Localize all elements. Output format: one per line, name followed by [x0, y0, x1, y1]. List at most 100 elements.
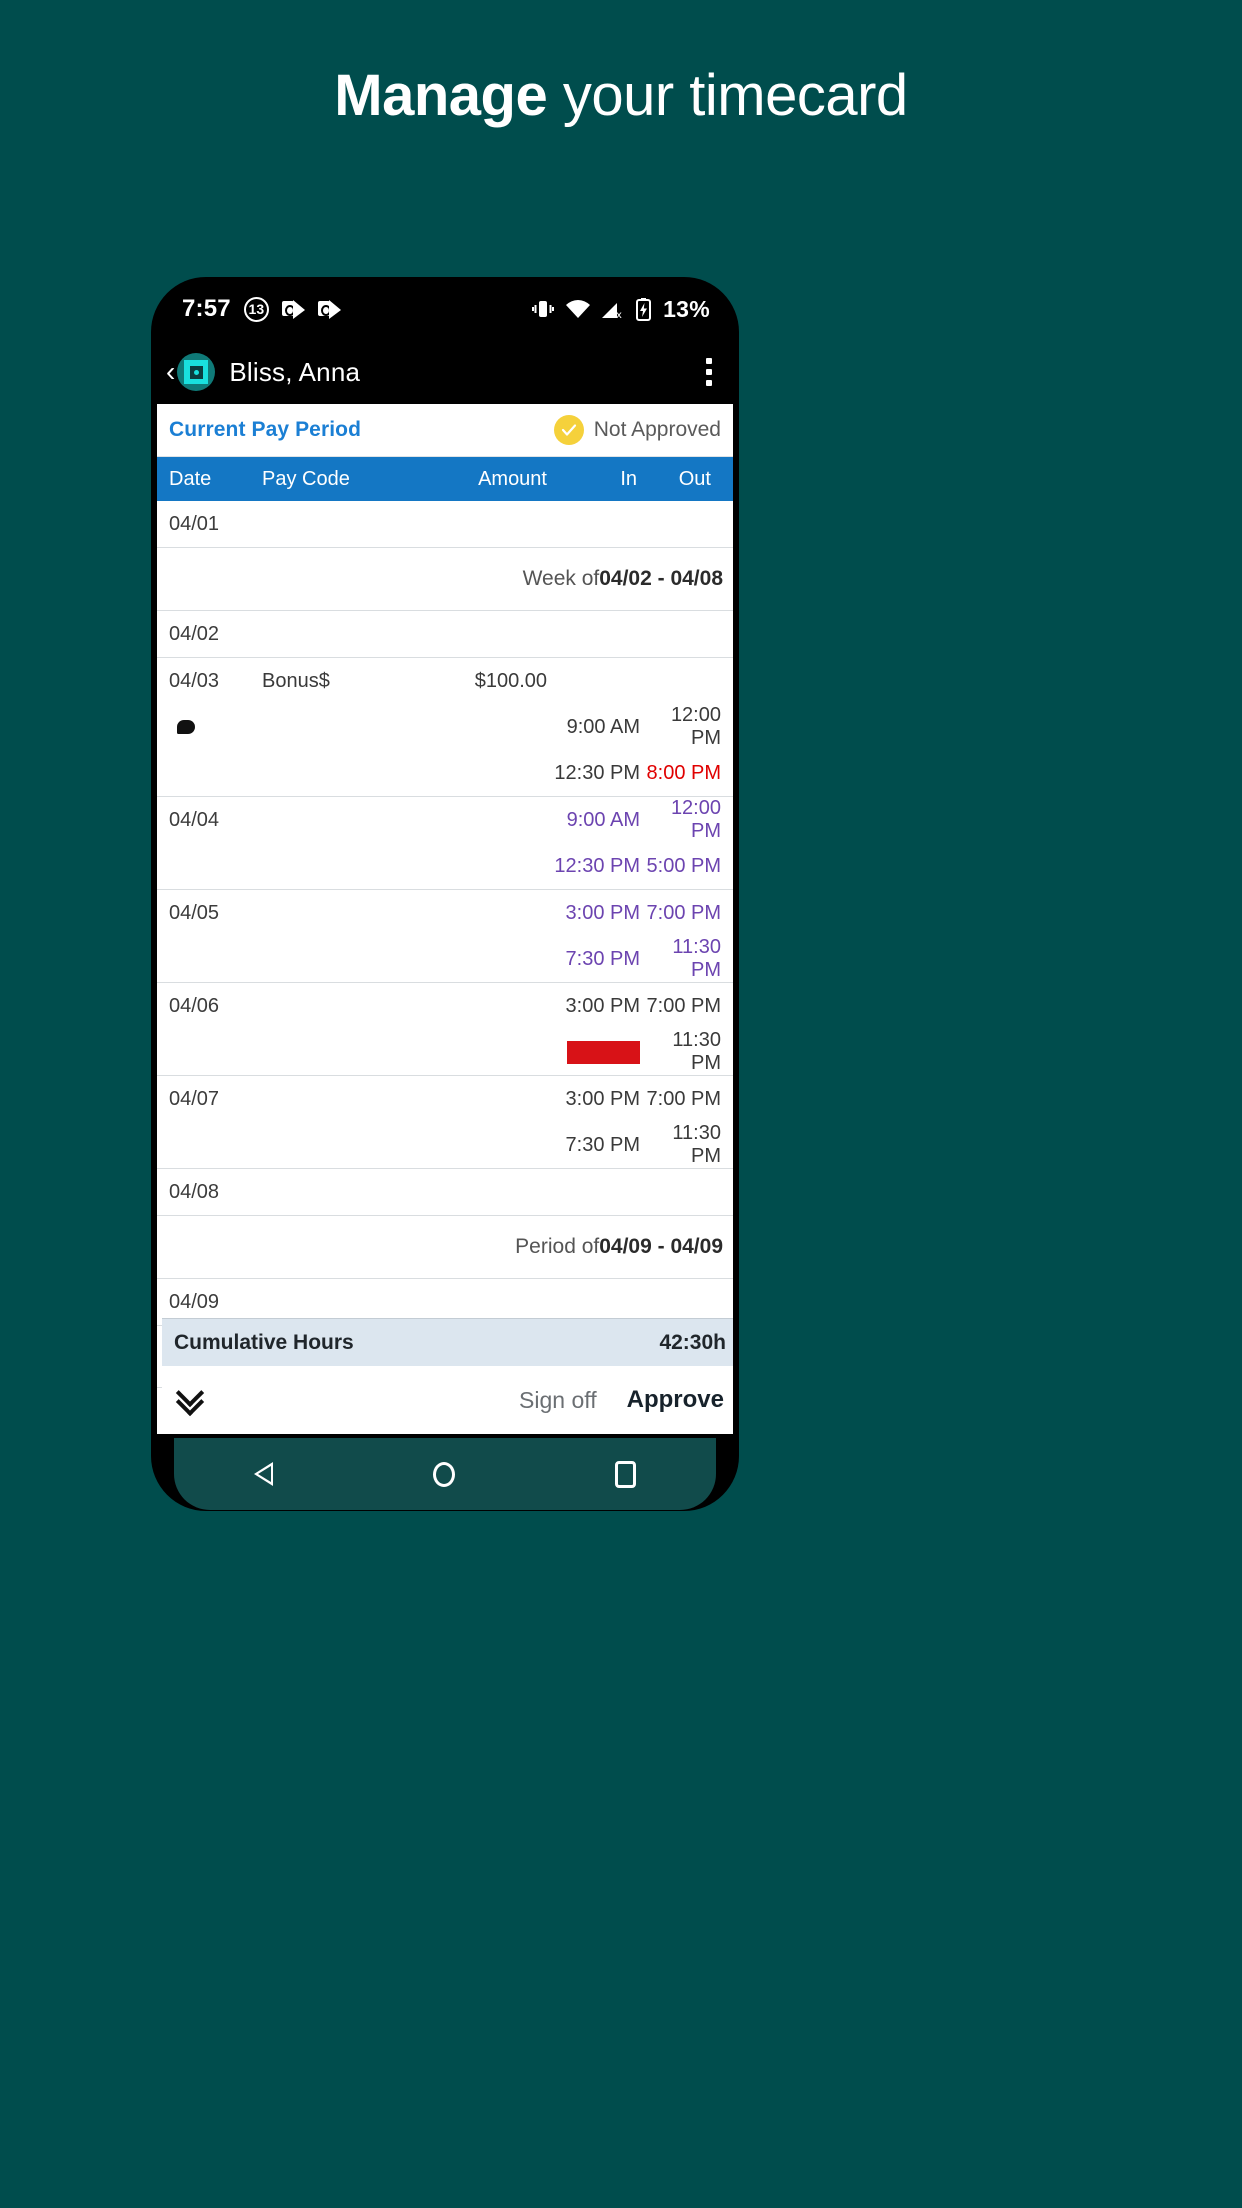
outlook-icon	[317, 299, 341, 319]
punch-pair[interactable]: 3:00 PM 7:00 PM	[547, 1088, 725, 1111]
comment-bubble-icon[interactable]	[177, 720, 195, 734]
phone-mockup: 7:57 13 x 13% ‹ Bliss, Anna Current Pay …	[152, 278, 738, 1510]
cell-date: 04/08	[169, 1180, 220, 1203]
cell-out-time: 5:00 PM	[646, 854, 721, 877]
cumulative-hours-bar: Cumulative Hours 42:30h	[162, 1318, 733, 1366]
cell-date: 04/04	[169, 808, 220, 831]
cell-out-time: 12:00 PM	[670, 704, 721, 749]
punch-pair[interactable]: 7:30 PM 11:30 PM	[547, 936, 725, 982]
divider-prefix: Period of	[515, 1235, 600, 1258]
punch-pair[interactable]: 7:30 PM 11:30 PM	[547, 1122, 725, 1168]
redacted-in-time	[567, 1040, 640, 1064]
cell-out-time: 7:00 PM	[646, 901, 721, 924]
overflow-menu-icon[interactable]	[706, 358, 712, 386]
status-bar-left: 7:57 13	[182, 295, 341, 323]
cell-out-time: 11:30 PM	[672, 1029, 721, 1074]
cell-in-time: 12:30 PM	[554, 761, 640, 784]
timecard-rows: 04/01 Week of 04/02 - 04/08 04/02 04/03 Bonu…	[157, 501, 733, 1388]
cell-in-time: 7:30 PM	[565, 947, 640, 970]
page-title: Manage your timecard	[0, 62, 1242, 129]
week-divider-row: Week of 04/02 - 04/08	[157, 548, 733, 611]
approval-status[interactable]: Not Approved	[553, 415, 721, 445]
cell-paycode: Bonus$	[262, 669, 330, 692]
android-nav-bar	[174, 1438, 716, 1510]
punch-pair[interactable]: 9:00 AM 12:00 PM	[547, 797, 725, 843]
divider-range: 04/09 - 04/09	[599, 1235, 723, 1258]
wifi-icon	[566, 299, 591, 318]
battery-charging-icon	[636, 297, 652, 321]
page-title-light: your timecard	[547, 63, 908, 128]
column-header-paycode: Pay Code	[262, 467, 350, 490]
employee-name-label: Bliss, Anna	[229, 356, 361, 387]
cell-in-time: 9:00 AM	[566, 808, 640, 831]
pay-period-title[interactable]: Current Pay Period	[169, 418, 361, 442]
sign-off-button[interactable]: Sign off	[519, 1387, 597, 1414]
cell-date: 04/01	[169, 512, 220, 535]
check-circle-icon	[553, 415, 584, 445]
cell-in-time: 9:00 AM	[566, 715, 640, 738]
app-screen: Current Pay Period Not Approved Date Pay…	[157, 404, 733, 1434]
column-header-out: Out	[678, 467, 711, 490]
outlook-icon	[281, 299, 305, 319]
punch-pair[interactable]: 3:00 PM 7:00 PM	[547, 995, 725, 1018]
punch-pair[interactable]: 3:00 PM 7:00 PM	[547, 902, 725, 925]
back-chevron-icon[interactable]: ‹	[166, 358, 175, 386]
status-bar-clock: 7:57	[182, 295, 231, 322]
divider-prefix: Week of	[522, 567, 600, 590]
cell-in-time: 3:00 PM	[565, 1087, 640, 1110]
punch-pair[interactable]: 11:30 PM	[547, 1029, 725, 1075]
cell-out-time: 11:30 PM	[672, 1122, 721, 1167]
cell-out-time: 11:30 PM	[672, 936, 721, 981]
page-title-bold: Manage	[334, 63, 548, 128]
cell-date: 04/06	[169, 994, 220, 1017]
approval-status-label: Not Approved	[593, 418, 721, 441]
punch-pair[interactable]: 12:30 PM 5:00 PM	[547, 855, 725, 878]
app-bar: ‹ Bliss, Anna	[152, 340, 738, 404]
table-row[interactable]: 04/08	[157, 1169, 733, 1216]
cell-in-time	[547, 1040, 640, 1064]
svg-text:x: x	[616, 310, 622, 319]
cell-amount: $100.00	[474, 669, 547, 692]
table-row[interactable]: 04/04 9:00 AM 12:00 PM 12:30 PM 5:00 PM	[157, 797, 733, 890]
cell-date: 04/02	[169, 622, 220, 645]
cumulative-hours-label: Cumulative Hours	[174, 1330, 354, 1354]
pay-period-header: Current Pay Period Not Approved	[157, 404, 733, 457]
cell-date: 04/05	[169, 901, 220, 924]
cell-in-time: 7:30 PM	[565, 1133, 640, 1156]
cumulative-hours-value: 42:30h	[659, 1330, 726, 1354]
status-bar: 7:57 13 x 13%	[152, 278, 738, 340]
table-row[interactable]: 04/07 3:00 PM 7:00 PM 7:30 PM 11:30 PM	[157, 1076, 733, 1169]
table-header: Date Pay Code Amount In Out	[157, 457, 733, 501]
expand-chevron-down-icon[interactable]	[175, 1378, 210, 1417]
table-row[interactable]: 04/03 Bonus$ $100.00 9:00 AM 12:00 PM 12:30 P…	[157, 658, 733, 797]
cell-in-time: 3:00 PM	[565, 901, 640, 924]
column-header-in: In	[620, 467, 637, 490]
cell-out-time: 12:00 PM	[670, 797, 721, 842]
nav-home-icon[interactable]	[433, 1461, 455, 1487]
vibrate-icon	[532, 301, 555, 317]
divider-range: 04/02 - 04/08	[599, 567, 723, 590]
cell-date: 04/09	[169, 1290, 220, 1313]
cell-date: 04/03	[169, 669, 220, 692]
status-bar-right: x 13%	[532, 296, 710, 323]
cell-out-time: 7:00 PM	[646, 994, 721, 1017]
column-header-amount: Amount	[478, 467, 547, 490]
cell-in-time: 12:30 PM	[554, 854, 640, 877]
table-row[interactable]: 04/05 3:00 PM 7:00 PM 7:30 PM 11:30 PM	[157, 890, 733, 983]
cell-out-time: 8:00 PM	[646, 761, 721, 784]
nav-back-icon[interactable]	[254, 1462, 273, 1486]
cellular-signal-off-icon: x	[602, 302, 622, 319]
table-row[interactable]: 04/01	[157, 501, 733, 548]
cell-date: 04/07	[169, 1087, 220, 1110]
cell-out-time: 7:00 PM	[646, 1087, 721, 1110]
punch-pair[interactable]: 9:00 AM 12:00 PM	[547, 704, 725, 750]
battery-percent-label: 13%	[663, 295, 710, 322]
nav-recents-icon[interactable]	[615, 1460, 636, 1488]
action-bar: Sign off Approve	[162, 1366, 733, 1434]
avatar[interactable]	[177, 353, 216, 391]
table-row[interactable]: 04/02	[157, 611, 733, 658]
week-divider-row: Period of 04/09 - 04/09	[157, 1216, 733, 1279]
table-row[interactable]: 04/06 3:00 PM 7:00 PM 11:30 PM	[157, 983, 733, 1076]
punch-pair[interactable]: 12:30 PM 8:00 PM	[547, 762, 725, 785]
approve-button[interactable]: Approve	[627, 1386, 724, 1414]
